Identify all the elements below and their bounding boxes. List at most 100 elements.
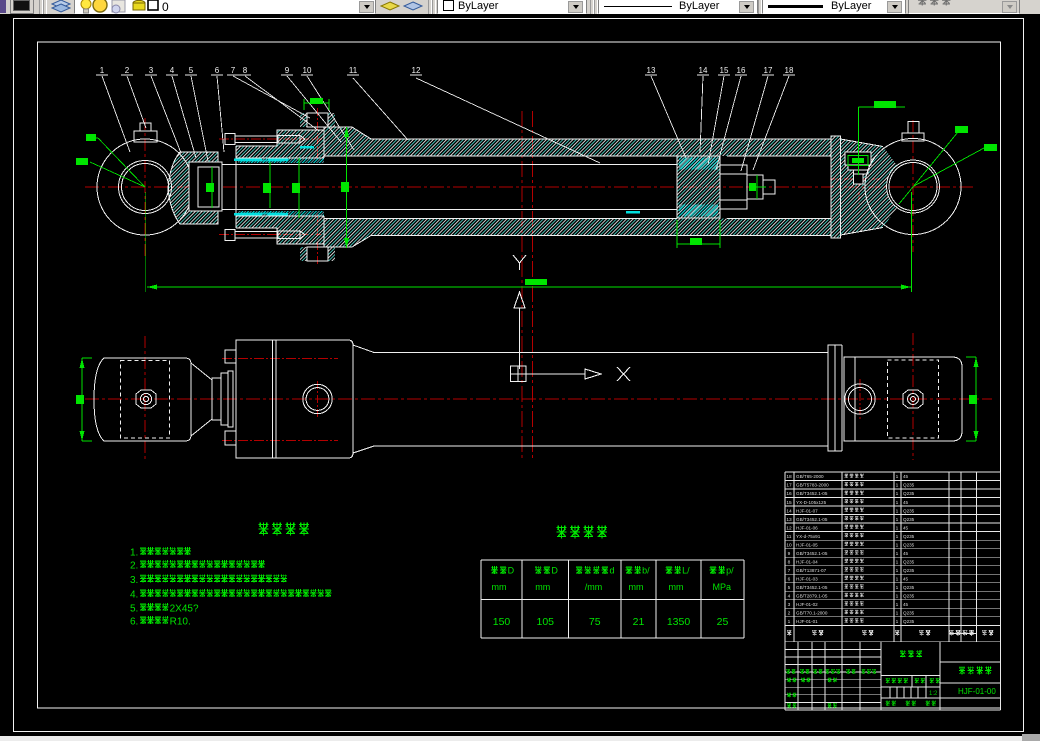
svg-text:1: 1 <box>896 576 899 582</box>
svg-text:16: 16 <box>737 66 746 75</box>
svg-text:10: 10 <box>303 66 312 75</box>
svg-text:L/: L/ <box>682 566 690 576</box>
svg-text:d: d <box>609 566 614 576</box>
svg-text:GB/T3452.1-05: GB/T3452.1-05 <box>796 517 828 522</box>
svg-text:1: 1 <box>896 594 899 600</box>
svg-text:4: 4 <box>788 594 791 600</box>
svg-text:R10.: R10. <box>170 617 191 628</box>
svg-text:4: 4 <box>170 66 175 75</box>
svg-text:1: 1 <box>896 483 899 489</box>
svg-text:GB/T5783-2000: GB/T5783-2000 <box>796 483 829 488</box>
svg-text:1: 1 <box>896 559 899 565</box>
svg-text:mm: mm <box>669 582 684 592</box>
svg-text:12: 12 <box>412 66 421 75</box>
svg-text:1: 1 <box>100 66 105 75</box>
svg-text:mm: mm <box>492 582 507 592</box>
svg-text:HJF-01-02: HJF-01-02 <box>796 602 818 607</box>
svg-text:HJF-01-07: HJF-01-07 <box>796 508 818 513</box>
svg-text:mm: mm <box>629 582 644 592</box>
svg-text:17: 17 <box>764 66 773 75</box>
svg-text:17: 17 <box>786 483 792 489</box>
svg-text:HJF-01-03: HJF-01-03 <box>796 576 818 581</box>
svg-text:5.: 5. <box>130 604 138 615</box>
svg-text:Q235: Q235 <box>903 619 915 624</box>
svg-text:YX-D-105x125: YX-D-105x125 <box>796 500 827 505</box>
svg-text:Q235: Q235 <box>903 559 915 564</box>
svg-text:1: 1 <box>896 551 899 557</box>
svg-text:14: 14 <box>699 66 708 75</box>
svg-text:7: 7 <box>231 66 236 75</box>
svg-text:Q235: Q235 <box>903 483 915 488</box>
svg-text:0: 0 <box>162 0 169 14</box>
svg-text:GB/T3452.1-05: GB/T3452.1-05 <box>796 551 828 556</box>
svg-text:Q235: Q235 <box>903 568 915 573</box>
svg-text:12: 12 <box>786 525 792 531</box>
svg-text:Q235: Q235 <box>903 517 915 522</box>
svg-text:4.: 4. <box>130 590 138 601</box>
svg-text:Q235: Q235 <box>903 594 915 599</box>
svg-text:3.: 3. <box>130 575 138 586</box>
svg-text:1350: 1350 <box>667 616 691 628</box>
svg-text:45: 45 <box>903 551 909 556</box>
svg-text:YX-d-75x91: YX-d-75x91 <box>796 534 821 539</box>
svg-text:1: 1 <box>896 491 899 497</box>
svg-text:1: 1 <box>896 525 899 531</box>
svg-text:1:2: 1:2 <box>929 691 938 697</box>
svg-text:HJF-01-01: HJF-01-01 <box>796 619 818 624</box>
svg-text:9: 9 <box>285 66 290 75</box>
svg-text:GB/T70.1-2000: GB/T70.1-2000 <box>796 611 828 616</box>
svg-text:11: 11 <box>349 66 358 75</box>
svg-text:13: 13 <box>647 66 656 75</box>
svg-text:b/: b/ <box>642 566 650 576</box>
svg-text:Q235: Q235 <box>903 542 915 547</box>
svg-text:HJF-01-05: HJF-01-05 <box>796 542 818 547</box>
svg-text:Q235: Q235 <box>903 611 915 616</box>
svg-text:2: 2 <box>788 611 791 617</box>
svg-text:150: 150 <box>493 616 511 628</box>
svg-text:HJF-01-00: HJF-01-00 <box>958 687 996 696</box>
svg-text:p/: p/ <box>726 566 734 576</box>
svg-text:45: 45 <box>903 525 909 530</box>
svg-text:1: 1 <box>788 619 791 625</box>
svg-text:GB/T13871-07: GB/T13871-07 <box>796 568 827 573</box>
svg-text:5: 5 <box>788 585 791 591</box>
svg-text:GB/T3452.1-05: GB/T3452.1-05 <box>796 585 828 590</box>
svg-text:15: 15 <box>720 66 729 75</box>
svg-text:10: 10 <box>786 542 792 548</box>
svg-text:3: 3 <box>149 66 154 75</box>
svg-text:/mm: /mm <box>585 582 603 592</box>
svg-text:45: 45 <box>903 602 909 607</box>
svg-text:D: D <box>551 566 558 576</box>
svg-text:GB/T2879.1-05: GB/T2879.1-05 <box>796 594 828 599</box>
svg-text:Q235: Q235 <box>903 534 915 539</box>
svg-text:D: D <box>508 566 515 576</box>
svg-text:HJF-01-04: HJF-01-04 <box>796 559 818 564</box>
svg-text:HJF-01-06: HJF-01-06 <box>796 525 818 530</box>
svg-text:1: 1 <box>896 474 899 480</box>
svg-text:GB/T65-2000: GB/T65-2000 <box>796 474 824 479</box>
svg-text:45: 45 <box>903 474 909 479</box>
svg-text:18: 18 <box>785 66 794 75</box>
svg-text:6: 6 <box>788 576 791 582</box>
svg-text:15: 15 <box>786 500 792 506</box>
svg-text:11: 11 <box>787 534 792 540</box>
svg-text:2.: 2. <box>130 561 138 572</box>
svg-text:Q235: Q235 <box>903 585 915 590</box>
svg-text:MPa: MPa <box>713 582 732 592</box>
svg-text:75: 75 <box>589 616 601 628</box>
svg-text:1: 1 <box>896 619 899 625</box>
svg-text:6: 6 <box>215 66 220 75</box>
svg-text:25: 25 <box>717 616 729 628</box>
svg-text:13: 13 <box>786 517 792 523</box>
svg-text:45: 45 <box>903 576 909 581</box>
svg-text:1.: 1. <box>130 548 138 559</box>
svg-text:45: 45 <box>903 500 909 505</box>
svg-text:Q235: Q235 <box>903 491 915 496</box>
svg-text:1: 1 <box>896 517 899 523</box>
svg-text:1: 1 <box>896 534 899 540</box>
svg-text:1: 1 <box>896 568 899 574</box>
svg-text:2X45?: 2X45? <box>170 604 199 615</box>
svg-text:1: 1 <box>896 585 899 591</box>
svg-text:GB/T3452.1-05: GB/T3452.1-05 <box>796 491 828 496</box>
svg-text:5: 5 <box>189 66 194 75</box>
